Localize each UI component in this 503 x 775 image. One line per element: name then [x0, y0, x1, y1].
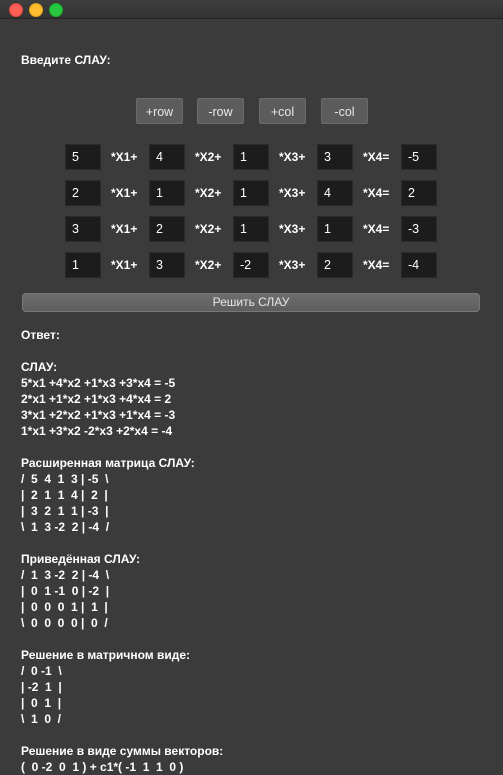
operator-label: *X4=	[363, 186, 390, 200]
operator-label: *X1+	[111, 150, 138, 164]
answer-line: | -2 1 |	[21, 680, 62, 694]
operator-label: *X1+	[111, 186, 138, 200]
operator-label: *X2+	[195, 258, 222, 272]
operator-label: *X1+	[111, 222, 138, 236]
answer-line: \ 1 3 -2 2 | -4 /	[21, 520, 110, 534]
add-row-button[interactable]: +row	[136, 98, 183, 124]
rhs-input[interactable]: -4	[401, 252, 437, 278]
coefficient-input[interactable]: 3	[65, 216, 101, 242]
coefficient-input[interactable]: 3	[149, 252, 185, 278]
answer-line: | 3 2 1 1 | -3 |	[21, 504, 109, 518]
coefficient-input[interactable]: 3	[317, 144, 353, 170]
coefficient-input[interactable]: 4	[149, 144, 185, 170]
answer-line: / 5 4 1 3 | -5 \	[21, 472, 109, 486]
answer-line: 5*x1 +4*x2 +1*x3 +3*x4 = -5	[21, 376, 176, 390]
input-prompt: Введите СЛАУ:	[21, 53, 111, 67]
section-title: Расширенная матрица СЛАУ:	[21, 456, 195, 470]
rhs-input[interactable]: 2	[401, 180, 437, 206]
answer-panel: Ответ: СЛАУ: 5*x1 +4*x2 +1*x3 +3*x4 = -5 2…	[21, 327, 491, 775]
operator-label: *X3+	[279, 186, 306, 200]
remove-col-button[interactable]: -col	[321, 98, 368, 124]
operator-label: *X3+	[279, 258, 306, 272]
close-window-icon[interactable]	[9, 3, 23, 17]
answer-line: \ 1 0 /	[21, 712, 62, 726]
coefficient-input[interactable]: 1	[233, 216, 269, 242]
coefficient-input[interactable]: 2	[317, 252, 353, 278]
operator-label: *X2+	[195, 222, 222, 236]
answer-line: / 1 3 -2 2 | -4 \	[21, 568, 110, 582]
operator-label: *X4=	[363, 258, 390, 272]
answer-line: | 0 1 |	[21, 696, 62, 710]
operator-label: *X4=	[363, 222, 390, 236]
coefficient-input[interactable]: 1	[65, 252, 101, 278]
coefficient-input[interactable]: 1	[233, 144, 269, 170]
coefficient-input[interactable]: 1	[317, 216, 353, 242]
coefficient-input[interactable]: -2	[233, 252, 269, 278]
operator-label: *X2+	[195, 150, 222, 164]
coefficient-input[interactable]: 4	[317, 180, 353, 206]
answer-line: \ 0 0 0 0 | 0 /	[21, 616, 108, 630]
section-title: Решение в матричном виде:	[21, 648, 191, 662]
operator-label: *X4=	[363, 150, 390, 164]
section-title: Решение в виде суммы векторов:	[21, 744, 224, 758]
operator-label: *X3+	[279, 150, 306, 164]
answer-line: 2*x1 +1*x2 +1*x3 +4*x4 = 2	[21, 392, 172, 406]
coefficient-input[interactable]: 1	[233, 180, 269, 206]
answer-line: | 0 1 -1 0 | -2 |	[21, 584, 110, 598]
minimize-window-icon[interactable]	[29, 3, 43, 17]
answer-line: | 2 1 1 4 | 2 |	[21, 488, 108, 502]
remove-row-button[interactable]: -row	[197, 98, 244, 124]
coefficient-input[interactable]: 5	[65, 144, 101, 170]
answer-line: 3*x1 +2*x2 +1*x3 +1*x4 = -3	[21, 408, 176, 422]
zoom-window-icon[interactable]	[49, 3, 63, 17]
answer-line: | 0 0 0 1 | 1 |	[21, 600, 108, 614]
operator-label: *X3+	[279, 222, 306, 236]
window-titlebar	[0, 0, 503, 19]
operator-label: *X1+	[111, 258, 138, 272]
rhs-input[interactable]: -5	[401, 144, 437, 170]
section-title: Приведённая СЛАУ:	[21, 552, 141, 566]
add-col-button[interactable]: +col	[259, 98, 306, 124]
operator-label: *X2+	[195, 186, 222, 200]
answer-line: 1*x1 +3*x2 -2*x3 +2*x4 = -4	[21, 424, 173, 438]
section-title: СЛАУ:	[21, 360, 58, 374]
answer-line: / 0 -1 \	[21, 664, 62, 678]
coefficient-input[interactable]: 1	[149, 180, 185, 206]
answer-header: Ответ:	[21, 328, 60, 342]
solve-button[interactable]: Решить СЛАУ	[22, 293, 480, 312]
coefficient-input[interactable]: 2	[65, 180, 101, 206]
answer-line: ( 0 -2 0 1 ) + c1*( -1 1 1 0 )	[21, 760, 184, 774]
coefficient-input[interactable]: 2	[149, 216, 185, 242]
rhs-input[interactable]: -3	[401, 216, 437, 242]
